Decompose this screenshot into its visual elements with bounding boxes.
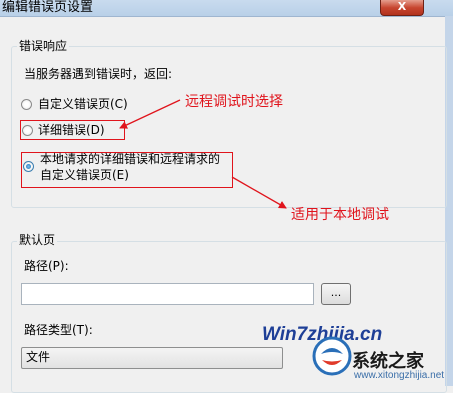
path-type-label: 路径类型(T): bbox=[24, 323, 93, 337]
watermark-site-url: www.xitongzhijia.net bbox=[354, 370, 445, 381]
browse-button[interactable]: ... bbox=[321, 283, 351, 305]
path-type-value: 文件 bbox=[26, 350, 51, 364]
default-page-group-label: 默认页 bbox=[17, 233, 58, 247]
annotation-local-debug: 适用于本地调试 bbox=[291, 207, 389, 223]
path-type-select[interactable]: 文件 bbox=[21, 347, 283, 369]
arrow-to-detailed bbox=[119, 99, 181, 129]
arrow-to-local bbox=[231, 176, 287, 209]
path-input[interactable] bbox=[21, 283, 314, 305]
annotation-remote-debug: 远程调试时选择 bbox=[185, 94, 283, 110]
path-label: 路径(P): bbox=[24, 259, 69, 273]
watermark-logo-icon bbox=[312, 336, 352, 376]
